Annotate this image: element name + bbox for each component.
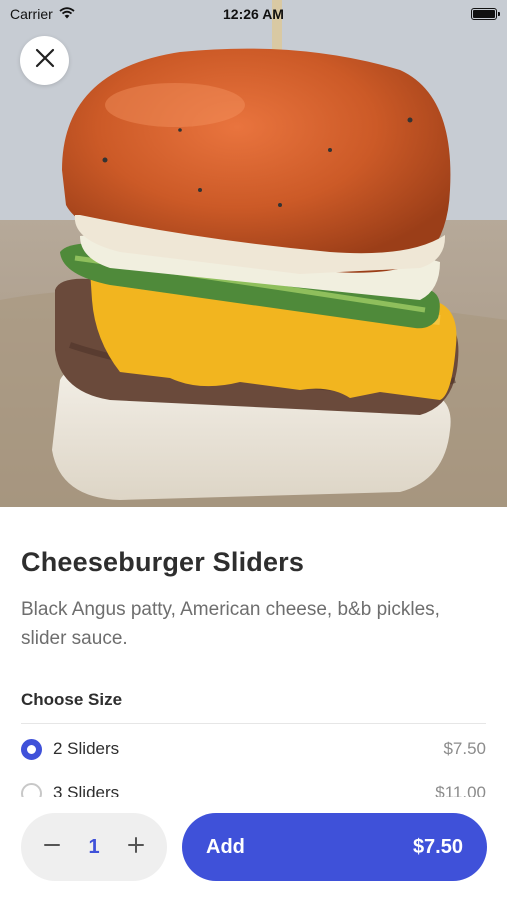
increment-button[interactable] (125, 836, 147, 858)
choose-size-label: Choose Size (21, 690, 123, 709)
item-photo: Carrier 12:26 AM (0, 0, 507, 507)
option-price: $11.00 (435, 783, 486, 797)
radio-selected[interactable] (21, 738, 42, 760)
battery-icon (471, 8, 500, 20)
burger-image (0, 0, 507, 507)
status-time: 12:26 AM (223, 6, 284, 22)
add-button-label: Add (206, 835, 245, 858)
close-button[interactable] (20, 36, 69, 85)
divider (21, 723, 486, 724)
radio-unselected[interactable] (21, 782, 42, 797)
wifi-icon (59, 6, 75, 22)
option-label: 2 Sliders (53, 739, 120, 758)
option-label: 3 Sliders (53, 783, 120, 797)
size-option-3-sliders[interactable]: 3 Sliders $11.00 (21, 779, 486, 797)
size-option-2-sliders[interactable]: 2 Sliders $7.50 (21, 735, 486, 763)
order-bar: 1 Add $7.50 (0, 797, 507, 900)
plus-icon (127, 836, 145, 859)
quantity-value: 1 (88, 835, 100, 858)
option-price: $7.50 (443, 739, 486, 758)
add-button-total: $7.50 (412, 835, 463, 858)
minus-icon (43, 836, 61, 859)
decrement-button[interactable] (41, 836, 63, 858)
status-bar: Carrier 12:26 AM (0, 0, 507, 28)
quantity-stepper: 1 (21, 813, 167, 881)
item-title: Cheeseburger Sliders (21, 547, 305, 577)
item-description: Black Angus patty, American cheese, b&b … (21, 599, 440, 649)
carrier-label: Carrier (10, 6, 53, 22)
close-icon (35, 48, 55, 73)
add-to-order-button[interactable]: Add $7.50 (182, 813, 487, 881)
item-details: Cheeseburger Sliders Black Angus patty, … (0, 507, 507, 797)
